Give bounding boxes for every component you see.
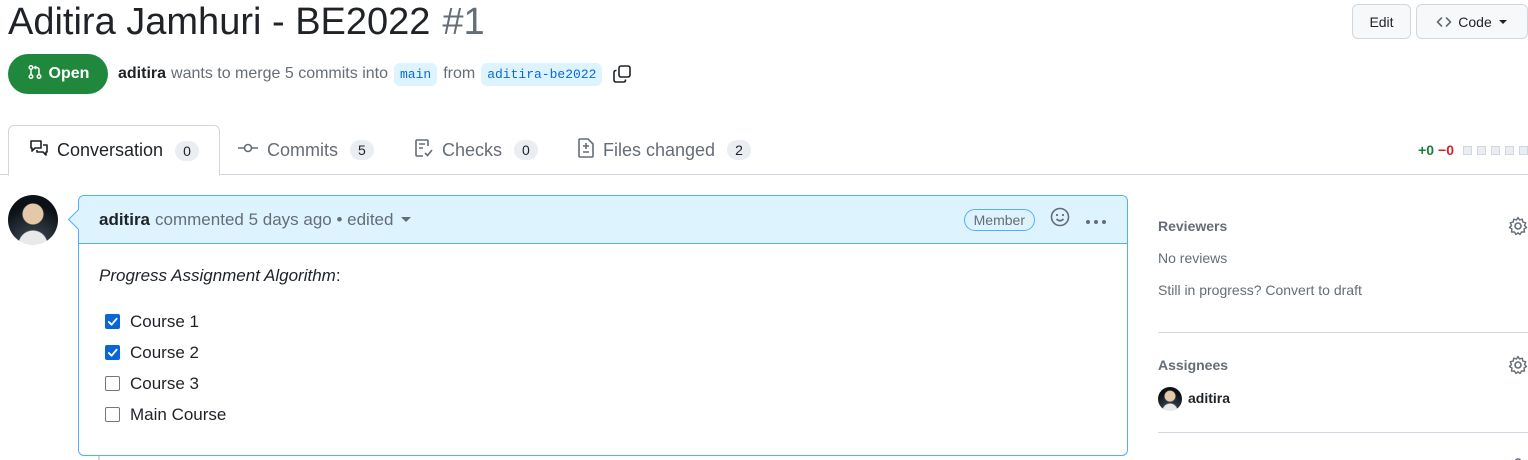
pr-author-link[interactable]: aditira [118,65,166,83]
sidebar-divider [1158,432,1528,433]
tab-label: Checks [442,139,503,160]
code-button-label: Code [1458,13,1492,30]
checklist-icon [414,138,434,163]
tab-label: Commits [267,139,338,160]
tab-counter: 0 [175,140,199,161]
task-item: Course 3 [99,368,1107,399]
chevron-down-icon[interactable] [401,217,412,222]
from-text: from [443,65,476,82]
tab-label: Conversation [57,140,164,160]
task-item: Main Course [99,399,1107,430]
comment-body: Progress Assignment Algorithm: Course 1C… [79,244,1127,452]
edit-button-label: Edit [1369,13,1394,30]
tab-counter: 0 [514,140,538,160]
pull-request-icon [27,64,43,85]
no-reviews-text: No reviews [1158,250,1228,266]
edit-button[interactable]: Edit [1352,4,1411,39]
pr-tabs: Conversation 0 Commits 5 Checks 0 Files … [0,125,1528,176]
tab-counter: 5 [350,140,374,160]
diffstat-deletions: −0 [1438,142,1454,158]
merge-text: wants to merge 5 commits into [171,65,388,82]
tab-counter: 2 [727,140,751,160]
tab-commits[interactable]: Commits 5 [237,125,374,175]
diffstat-additions: +0 [1418,142,1435,158]
task-label: Course 1 [130,311,199,331]
pr-title: Aditira Jamhuri - BE2022 #1 [8,0,485,44]
comment-box: aditira commented 5 days ago • edited Me… [78,195,1128,456]
diffstat-block [1519,145,1528,155]
diffstat: +0 −0 [1418,142,1528,158]
file-diff-icon [577,137,595,163]
gear-icon[interactable] [1508,216,1528,241]
diffstat-block [1463,145,1472,155]
task-label: Main Course [130,404,227,424]
smiley-icon[interactable] [1049,206,1071,233]
task-list: Course 1 Course 2 Course 3 Main Course [99,306,1107,430]
task-checkbox[interactable] [105,407,120,422]
task-label: Course 3 [130,373,199,393]
task-checkbox-checked[interactable] [105,345,120,360]
commit-icon [237,140,259,161]
diffstat-block [1477,145,1486,155]
tab-label: Files changed [603,139,716,160]
timeline-line [98,456,100,460]
pr-state-badge: Open [8,54,108,94]
base-branch[interactable]: main [393,62,438,86]
diffstat-block [1491,145,1500,155]
pr-state-label: Open [48,65,90,82]
sidebar-reviewers: Reviewers No reviews Still in progress? … [1158,216,1528,298]
head-branch[interactable]: aditira-be2022 [481,62,603,86]
member-badge: Member [963,208,1035,231]
comment-intro-colon: : [335,266,341,285]
avatar[interactable] [8,195,58,245]
gear-icon[interactable] [1508,452,1528,460]
kebab-horizontal-icon[interactable] [1085,209,1107,230]
pr-meta: Open aditira wants to merge 5 commits in… [8,54,632,94]
code-icon [1436,14,1452,30]
task-label: Course 2 [130,342,199,362]
diffstat-block [1505,145,1514,155]
reviewers-title[interactable]: Reviewers [1158,216,1528,236]
comment-discussion-icon [29,139,49,162]
sidebar-assignees: Assignees aditira [1158,355,1528,406]
task-checkbox-checked[interactable] [105,314,120,329]
comment-intro: Progress Assignment Algorithm: [99,266,1107,286]
assignees-title[interactable]: Assignees [1158,355,1528,375]
comment-author-link[interactable]: aditira [99,210,150,230]
assignee-name[interactable]: aditira [1188,390,1528,406]
pr-number: #1 [442,1,485,43]
tab-files-changed[interactable]: Files changed 2 [577,125,751,175]
pr-title-text: Aditira Jamhuri - BE2022 [8,1,431,43]
comment-header: aditira commented 5 days ago • edited Me… [79,196,1127,244]
convert-to-draft-link[interactable]: Still in progress? Convert to draft [1158,282,1528,298]
comment-meta[interactable]: commented 5 days ago • edited [155,210,393,230]
assignee-avatar[interactable] [1158,387,1182,411]
copy-icon[interactable] [612,64,632,84]
gear-icon[interactable] [1508,355,1528,380]
code-button[interactable]: Code [1416,4,1528,39]
caret-down-icon [1498,17,1508,27]
task-checkbox[interactable] [105,376,120,391]
task-item: Course 1 [99,306,1107,337]
tab-conversation[interactable]: Conversation 0 [8,125,220,176]
tab-checks[interactable]: Checks 0 [414,125,538,175]
comment-intro-text: Progress Assignment Algorithm [99,266,336,285]
task-item: Course 2 [99,337,1107,368]
sidebar-divider [1158,332,1528,333]
